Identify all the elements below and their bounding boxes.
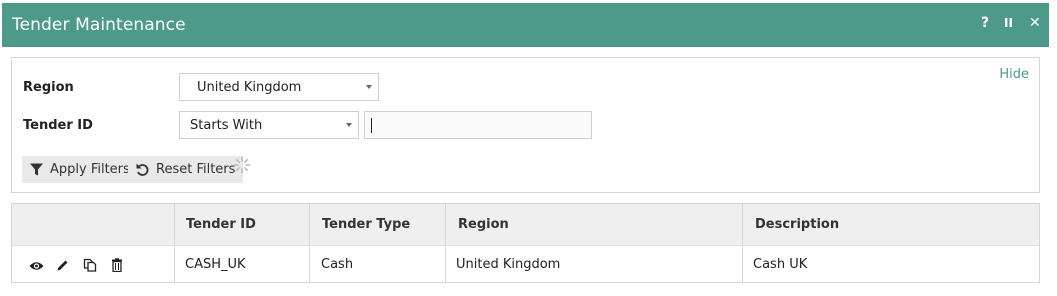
pause-button[interactable]: II — [1004, 16, 1013, 30]
region-select-value: United Kingdom — [197, 80, 302, 95]
tender-id-operator-select[interactable]: Starts With — [179, 111, 359, 139]
title-bar: Tender Maintenance ? II ✕ — [2, 3, 1049, 47]
undo-icon — [135, 162, 150, 177]
cell-tender-type: Cash — [321, 257, 354, 272]
column-divider — [309, 204, 310, 282]
edit-icon[interactable] — [56, 257, 70, 271]
row-divider — [12, 245, 1039, 246]
column-header-region[interactable]: Region — [458, 217, 509, 232]
tender-id-input[interactable] — [364, 111, 592, 139]
region-label: Region — [23, 80, 74, 95]
filter-icon — [29, 162, 44, 177]
page-title: Tender Maintenance — [12, 15, 186, 35]
tender-id-operator-value: Starts With — [190, 118, 263, 133]
delete-icon[interactable] — [110, 257, 124, 273]
hide-filters-link[interactable]: Hide — [999, 67, 1029, 82]
region-select[interactable]: United Kingdom — [179, 73, 379, 101]
apply-filters-button[interactable]: Apply Filters — [22, 156, 138, 183]
filter-panel: Hide Region United Kingdom Tender ID Sta… — [11, 57, 1040, 193]
reset-filters-button[interactable]: Reset Filters — [128, 156, 244, 183]
column-header-tender-type[interactable]: Tender Type — [322, 217, 410, 232]
table-header — [12, 204, 1039, 245]
cell-description: Cash UK — [753, 257, 808, 272]
column-divider — [445, 204, 446, 282]
text-cursor — [371, 118, 372, 133]
results-table: Tender ID Tender Type Region Description… — [11, 203, 1040, 283]
help-button[interactable]: ? — [981, 15, 989, 31]
close-button[interactable]: ✕ — [1029, 15, 1041, 31]
reset-filters-label: Reset Filters — [156, 162, 236, 177]
column-header-tender-id[interactable]: Tender ID — [186, 217, 256, 232]
column-header-description[interactable]: Description — [755, 217, 839, 232]
view-icon[interactable] — [29, 258, 44, 272]
column-divider — [742, 204, 743, 282]
tender-id-label: Tender ID — [23, 118, 93, 133]
chevron-down-icon — [366, 85, 372, 89]
cell-region: United Kingdom — [456, 257, 561, 272]
chevron-down-icon — [346, 123, 352, 127]
copy-icon[interactable] — [83, 257, 97, 272]
column-divider — [174, 204, 175, 282]
apply-filters-label: Apply Filters — [50, 162, 130, 177]
cell-tender-id: CASH_UK — [185, 257, 246, 272]
loading-spinner-icon — [233, 156, 251, 174]
